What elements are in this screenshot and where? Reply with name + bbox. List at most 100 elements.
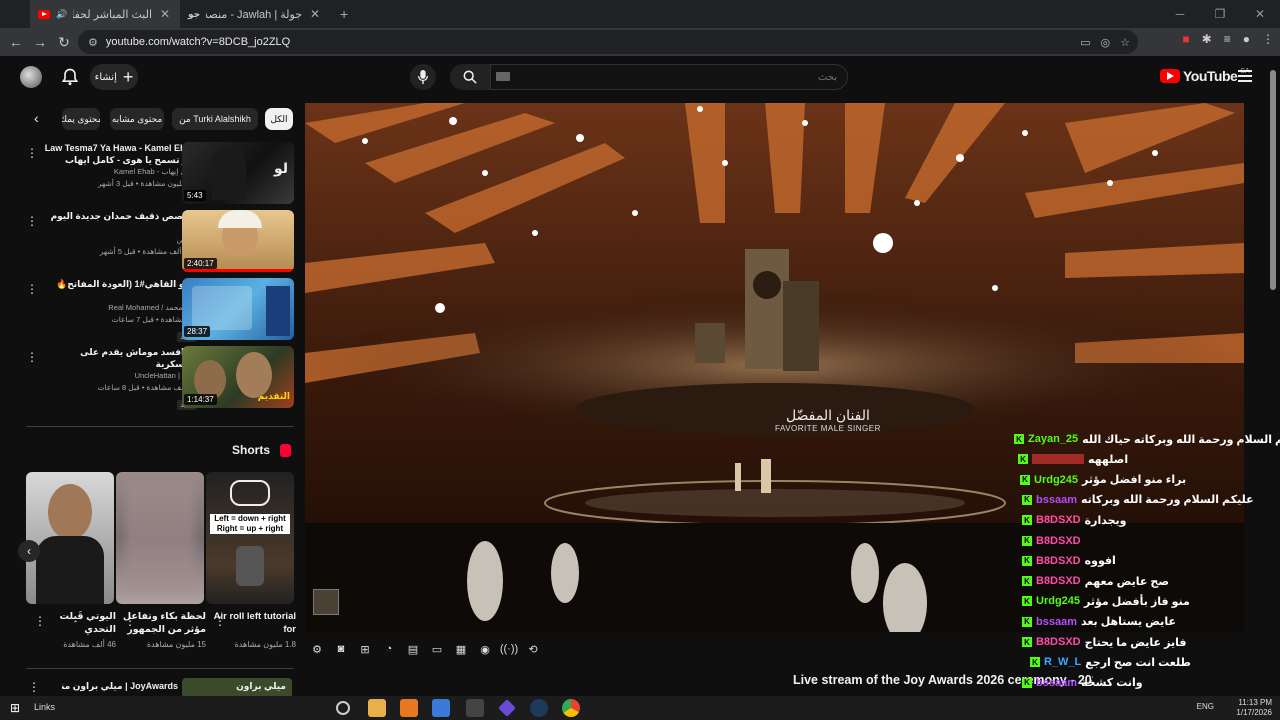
chip-similar[interactable]: محتوى مشابه xyxy=(110,108,164,130)
chat-username[interactable]: bssaam xyxy=(1036,494,1077,506)
channel-name[interactable]: كامل إيهاب - Kamel Ehab xyxy=(44,166,196,178)
channel-name[interactable]: هتان | UncleHattan xyxy=(44,370,196,382)
captions-icon[interactable]: ▤ xyxy=(404,640,422,658)
app-bm-icon[interactable] xyxy=(466,699,484,717)
chat-username[interactable]: bssaam xyxy=(1036,616,1077,628)
short-thumbnail[interactable] xyxy=(116,472,204,604)
chip-more[interactable]: محتوى يمك xyxy=(62,108,100,130)
channel-watermark[interactable] xyxy=(313,589,339,615)
more-options-icon[interactable]: ⋮ xyxy=(26,282,38,296)
more-options-icon[interactable]: ⋮ xyxy=(26,214,38,228)
chip-from-channel[interactable]: من Turki Alalshikh xyxy=(172,108,258,130)
short-thumbnail[interactable]: Left = down + right Right = up + right xyxy=(206,472,294,604)
keyboard-icon[interactable] xyxy=(496,72,510,81)
create-button[interactable]: إنشاء + xyxy=(90,64,138,90)
cast-icon[interactable]: ▭ xyxy=(1080,36,1090,49)
film-strip-icon[interactable]: ▦ xyxy=(452,640,470,658)
bookmark-star-icon[interactable]: ☆ xyxy=(1120,36,1130,49)
new-tab-button[interactable]: + xyxy=(340,6,348,22)
tab-jawlah[interactable]: جو جولة | Jawlah - منصة الألعاب الأ ✕ xyxy=(180,0,330,28)
site-info-icon[interactable]: ⚙ xyxy=(88,36,98,49)
video-title[interactable]: JoyAwards | ميلي براون مندهشة xyxy=(62,681,178,692)
chat-username[interactable]: Urdg245 xyxy=(1036,595,1080,607)
account-avatar[interactable] xyxy=(20,66,42,88)
more-options-icon[interactable]: ⋮ xyxy=(26,146,38,160)
video-thumbnail[interactable]: 28:37 xyxy=(182,278,294,340)
live-broadcast-icon[interactable]: ((·)) xyxy=(500,640,518,658)
playback-speed-icon[interactable]: ◔ xyxy=(380,640,398,658)
short-title[interactable]: لحظة بكاء وتفاعل مؤثر من الجمهور xyxy=(122,610,206,636)
related-video[interactable]: ⋮ القصص ذقيف حمدان جديدة اليوم 😥 قصص 273… xyxy=(20,210,296,274)
store-icon[interactable] xyxy=(432,699,450,717)
settings-gear-icon[interactable]: ⚙ xyxy=(308,640,326,658)
short-thumbnail[interactable] xyxy=(26,472,114,604)
channel-name[interactable]: ريل محمد / Real Mohamed xyxy=(44,302,196,314)
loop-icon[interactable]: ⟲ xyxy=(524,640,542,658)
page-scrollbar[interactable] xyxy=(1270,70,1276,290)
close-window-button[interactable]: ✕ xyxy=(1240,0,1280,28)
input-language[interactable]: ENG xyxy=(1197,702,1214,712)
close-tab-icon[interactable]: ✕ xyxy=(158,7,172,21)
reload-button[interactable]: ↻ xyxy=(52,30,76,54)
more-options-icon[interactable]: ⋮ xyxy=(26,350,38,364)
maximize-button[interactable]: ❐ xyxy=(1200,0,1240,28)
screenshot-camera-icon[interactable]: ◙ xyxy=(332,640,350,658)
chat-username[interactable]: Zayan_25 xyxy=(1028,433,1078,445)
forward-button[interactable]: → xyxy=(28,30,52,54)
chat-username[interactable]: bssaam xyxy=(1036,677,1077,689)
video-thumbnail[interactable]: ميلي براون xyxy=(182,678,292,698)
links-toolbar[interactable]: Links xyxy=(34,702,55,712)
chat-username[interactable]: B8DSXD xyxy=(1036,535,1081,547)
tab-youtube[interactable]: 🔊 البث المباشر لحفل جوي اوورد ✕ xyxy=(30,0,180,28)
chat-username[interactable] xyxy=(1032,454,1084,465)
back-button[interactable]: ← xyxy=(4,30,28,54)
chevron-left-icon[interactable]: ‹ xyxy=(34,110,39,126)
media-control-icon[interactable]: ≡ xyxy=(1224,32,1231,46)
video-title[interactable]: Law Tesma7 Ya Hawa - Kamel Ehab | لو تسم… xyxy=(44,142,196,166)
chat-username[interactable]: B8DSXD xyxy=(1036,636,1081,648)
extension-red-icon[interactable]: ■ xyxy=(1182,32,1189,46)
chat-username[interactable]: B8DSXD xyxy=(1036,575,1081,587)
chat-username[interactable]: R_W_L xyxy=(1044,656,1081,668)
speaker-icon[interactable]: 🔊 xyxy=(56,9,67,20)
chip-all[interactable]: الكل xyxy=(265,108,293,130)
voice-search-button[interactable] xyxy=(410,64,436,90)
profile-icon[interactable]: ● xyxy=(1243,32,1250,46)
browser-menu-icon[interactable]: ⋮ xyxy=(1262,32,1274,46)
app-a-icon[interactable] xyxy=(400,699,418,717)
eye-toggle-icon[interactable]: ◉ xyxy=(476,640,494,658)
related-video[interactable]: ⋮ Law Tesma7 Ya Hawa - Kamel Ehab | لو ت… xyxy=(20,142,296,206)
short-title[interactable]: اليوتي قَبِلت التحدي xyxy=(32,610,116,636)
extensions-puzzle-icon[interactable]: ✱ xyxy=(1202,32,1212,46)
add-clip-icon[interactable]: ⊞ xyxy=(356,640,374,658)
eye-slash-icon[interactable]: ◎ xyxy=(1101,36,1111,49)
chat-username[interactable]: B8DSXD xyxy=(1036,555,1081,567)
shorts-scroll-left-button[interactable]: ‹ xyxy=(18,540,40,562)
minimize-button[interactable]: ─ xyxy=(1160,0,1200,28)
steam-icon[interactable] xyxy=(530,699,548,717)
guide-menu-icon[interactable] xyxy=(1238,70,1252,82)
chat-username[interactable]: Urdg245 xyxy=(1034,474,1078,486)
related-video[interactable]: ⋮ الدو القاهي#1 (العودة المفاتح🔥🔥) ريل م… xyxy=(20,278,296,342)
more-options-icon[interactable]: ⋮ xyxy=(28,680,40,694)
search-input[interactable] xyxy=(490,64,848,90)
clock-time[interactable]: 11:13 PM xyxy=(1236,698,1272,708)
close-tab-icon[interactable]: ✕ xyxy=(308,7,322,21)
video-thumbnail[interactable]: 2:40:17 xyxy=(182,210,294,272)
channel-name[interactable]: قصص xyxy=(44,234,196,246)
omnibox[interactable]: ⚙ youtube.com/watch?v=8DCB_jo2ZLQ ▭ ◎ ☆ xyxy=(78,30,1138,54)
video-thumbnail[interactable]: التقديم 1:14:37 xyxy=(182,346,294,408)
short-title[interactable]: Air roll left tutorial for xyxy=(212,610,296,636)
video-title[interactable]: القصص ذقيف حمدان جديدة اليوم 😥 xyxy=(44,210,196,234)
windows-start-icon[interactable]: ⊞ xyxy=(10,701,20,715)
video-title[interactable]: الدو القاهي#1 (العودة المفاتح🔥🔥) xyxy=(44,278,196,302)
diamond-app-icon[interactable] xyxy=(498,699,516,717)
video-thumbnail[interactable]: لو 5:43 xyxy=(182,142,294,204)
notifications-bell-icon[interactable] xyxy=(60,66,80,88)
file-explorer-icon[interactable] xyxy=(368,699,386,717)
youtube-logo[interactable]: YouTube SA xyxy=(1160,68,1250,84)
video-title[interactable]: 😄 افسد موماش يقدم على العسكرية xyxy=(44,346,196,370)
related-video[interactable]: ⋮ JoyAwards | ميلي براون مندهشة ميلي برا… xyxy=(24,676,294,698)
chat-username[interactable]: B8DSXD xyxy=(1036,514,1081,526)
chrome-icon[interactable] xyxy=(562,699,580,717)
